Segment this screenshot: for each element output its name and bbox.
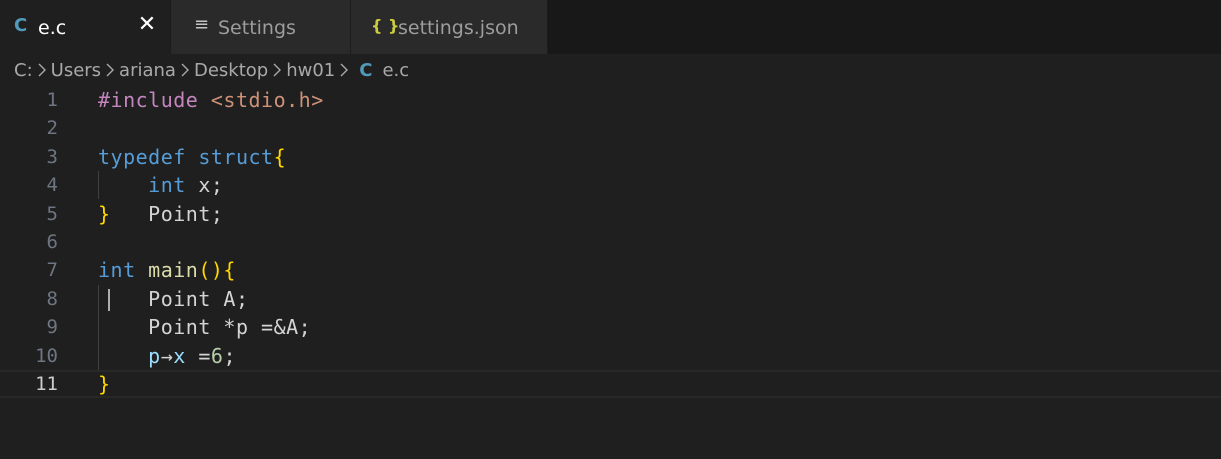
code-token: →: [160, 344, 174, 368]
code-text: int main(){: [98, 256, 236, 284]
chevron-right-icon: [105, 56, 115, 86]
line-number: 10: [35, 345, 58, 367]
breadcrumb: C: Users ariana Desktop hw01 Ce.c: [0, 56, 1221, 86]
code-line[interactable]: 9 Point *p =&A;: [0, 313, 1221, 341]
c-file-icon: C: [359, 60, 373, 81]
code-token: {: [273, 145, 287, 169]
breadcrumb-item-desktop[interactable]: Desktop: [194, 56, 268, 86]
code-text: int x;: [98, 171, 223, 199]
code-token: }: [98, 202, 111, 226]
chevron-right-icon: [180, 56, 190, 86]
chevron-right-icon: [37, 56, 47, 86]
tab-e-c[interactable]: C e.c ✕: [0, 0, 171, 54]
code-token: }: [98, 372, 111, 396]
code-line[interactable]: 1 #include <stdio.h>: [0, 86, 1221, 114]
code-text: }: [98, 372, 111, 400]
chevron-right-icon: [272, 56, 282, 86]
settings-editor-icon: ≡: [194, 14, 210, 35]
code-token: x: [173, 344, 186, 368]
tab-settings[interactable]: ≡ Settings: [171, 0, 351, 54]
code-line[interactable]: 3 typedef struct{: [0, 143, 1221, 171]
code-token: int: [148, 173, 186, 197]
line-number: 9: [46, 316, 58, 338]
line-number: 2: [46, 117, 58, 139]
code-text: Point A;: [98, 285, 249, 313]
code-line[interactable]: 2: [0, 114, 1221, 142]
code-token: 6: [210, 344, 224, 368]
tab-label: e.c: [38, 17, 67, 39]
code-line[interactable]: 11}: [0, 370, 1221, 398]
code-editor[interactable]: 1 #include <stdio.h> 2 3 typedef struct{4 in…: [0, 86, 1221, 459]
code-line[interactable]: 6: [0, 228, 1221, 256]
code-text: typedef struct{: [98, 143, 286, 171]
line-number: 3: [46, 146, 58, 168]
close-icon[interactable]: ✕: [136, 14, 158, 36]
code-text: Point *p =&A;: [98, 313, 311, 341]
line-number: 11: [35, 373, 58, 395]
code-token: Point A;: [98, 287, 249, 311]
c-file-icon: C: [14, 15, 28, 36]
code-token: struct: [198, 145, 274, 169]
code-token: int: [98, 258, 136, 282]
text-cursor: [108, 289, 110, 311]
code-token: <stdio.h>: [210, 88, 324, 112]
code-token: #include: [98, 88, 211, 112]
code-token: Point *p =&A;: [98, 315, 312, 339]
breadcrumb-item-drive[interactable]: C:: [14, 56, 33, 86]
breadcrumb-item-ariana[interactable]: ariana: [119, 56, 176, 86]
tab-bar: C e.c ✕ ≡ Settings { } settings.json: [0, 0, 1221, 54]
line-number: 4: [46, 174, 58, 196]
tab-settings-json[interactable]: { } settings.json: [351, 0, 548, 54]
code-text: #include <stdio.h>: [98, 86, 324, 114]
breadcrumb-item-hw01[interactable]: hw01: [286, 56, 335, 86]
line-number: 5: [46, 203, 58, 225]
chevron-right-icon: [339, 56, 349, 86]
code-line[interactable]: 10 p→x =6;: [0, 342, 1221, 370]
tab-label: Settings: [218, 17, 296, 39]
code-token: (){: [198, 258, 236, 282]
code-token: ;: [223, 344, 236, 368]
code-text: p→x =6;: [98, 342, 236, 370]
code-token: Point;: [110, 202, 224, 226]
code-token: main: [148, 258, 199, 282]
json-braces-icon: { }: [371, 16, 400, 35]
line-number: 1: [46, 89, 58, 111]
tab-label: settings.json: [398, 17, 519, 39]
breadcrumb-item-users[interactable]: Users: [51, 56, 101, 86]
line-number: 7: [46, 259, 58, 281]
code-text: } Point;: [98, 200, 223, 228]
code-token: typedef: [98, 145, 199, 169]
code-line[interactable]: 4 int x;: [0, 171, 1221, 199]
line-number: 8: [46, 288, 58, 310]
line-number: 6: [46, 231, 58, 253]
breadcrumb-item-file[interactable]: e.c: [382, 56, 409, 86]
code-token: =: [185, 344, 211, 368]
code-token: p: [148, 344, 161, 368]
code-line[interactable]: 8 Point A;: [0, 285, 1221, 313]
code-line[interactable]: 7 int main(){: [0, 256, 1221, 284]
code-line[interactable]: 5} Point;: [0, 200, 1221, 228]
code-token: x;: [185, 173, 224, 197]
